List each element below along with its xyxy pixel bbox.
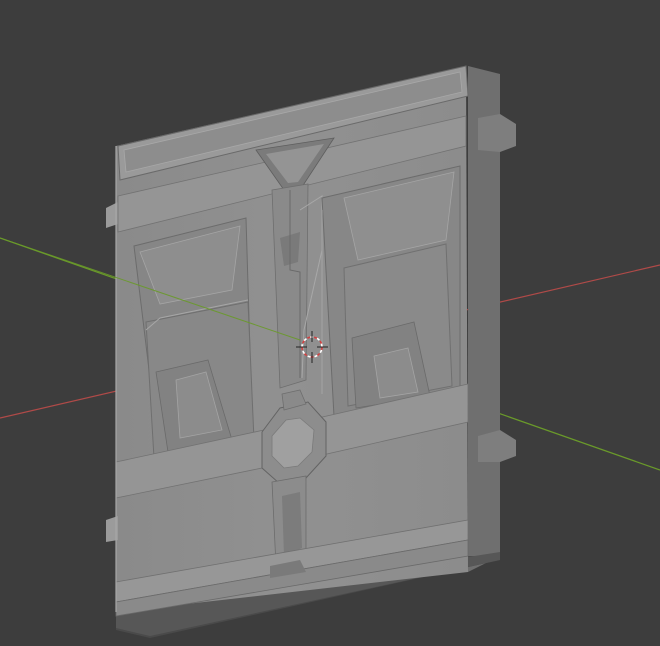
3d-viewport[interactable] xyxy=(0,0,660,646)
viewport-canvas[interactable] xyxy=(0,0,660,646)
door-panel-mesh[interactable] xyxy=(106,65,516,638)
